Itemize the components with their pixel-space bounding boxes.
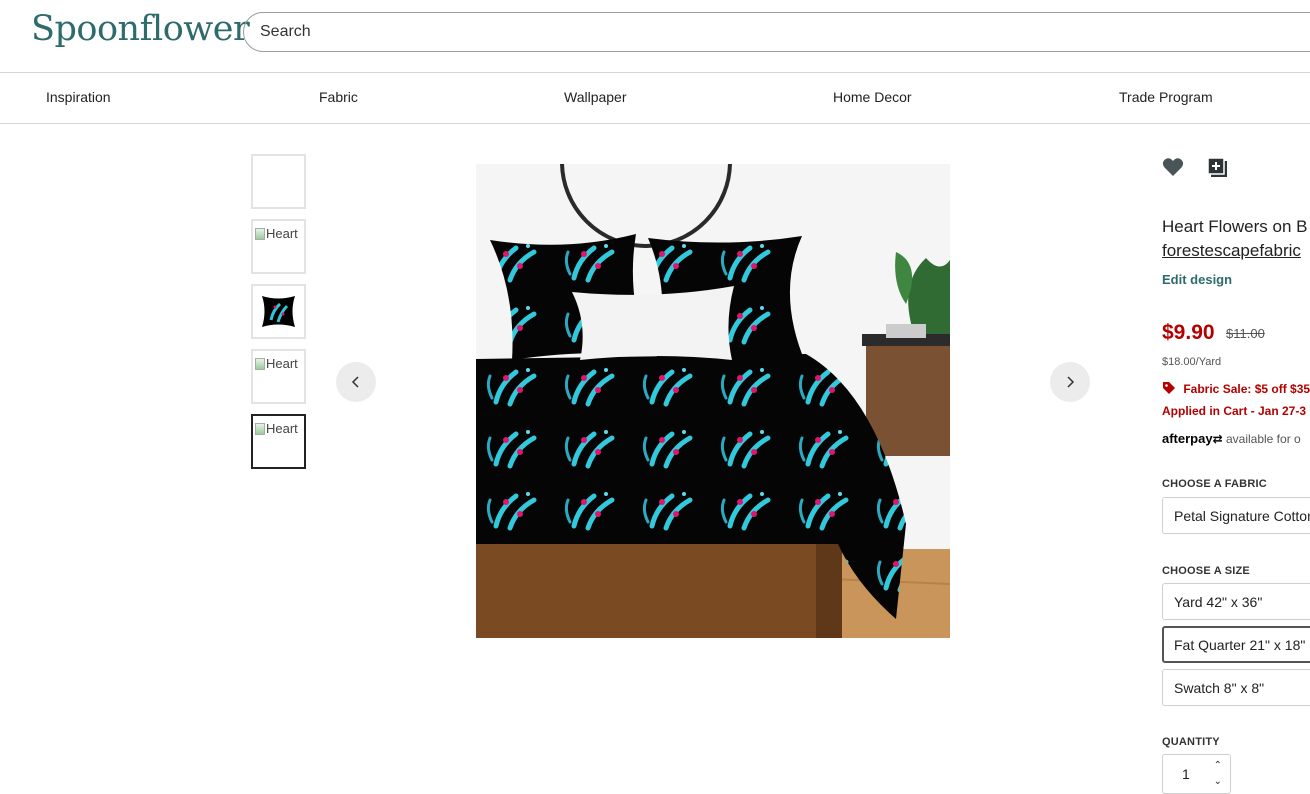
thumbnail-active[interactable]: Heart (251, 414, 306, 469)
sale-price: $9.90 (1162, 321, 1215, 344)
size-option-swatch[interactable]: Swatch 8" x 8" (1162, 669, 1310, 706)
search-placeholder: Search (260, 23, 311, 40)
nav-item-inspiration[interactable]: Inspiration (46, 89, 111, 105)
afterpay-text: available for o (1225, 432, 1301, 446)
search-input[interactable]: Search (243, 12, 1310, 52)
thumbnail[interactable]: Heart (251, 349, 306, 404)
quantity-stepper[interactable]: 1 ⌃ ⌄ (1162, 754, 1231, 794)
thumbnail[interactable]: Heart (251, 219, 306, 274)
broken-image-icon: Heart (255, 356, 298, 371)
site-header: Spoonflower Search (0, 0, 1310, 73)
quantity-label: QUANTITY (1162, 736, 1220, 748)
product-main-image (476, 164, 950, 638)
thumbnail[interactable] (251, 284, 306, 339)
fabric-value: Petal Signature Cotton (1174, 507, 1310, 524)
afterpay-info: afterpay⇄ available for o (1162, 431, 1301, 446)
size-option-label: Yard 42" x 36" (1174, 593, 1263, 610)
fabric-label: CHOOSE A FABRIC (1162, 478, 1267, 490)
broken-image-icon: Heart (255, 421, 298, 436)
sale-banner: Fabric Sale: $5 off $35 (1162, 381, 1310, 396)
product-title: Heart Flowers on B (1162, 217, 1308, 236)
fabric-select[interactable]: Petal Signature Cotton (1162, 497, 1310, 534)
chevron-right-icon[interactable] (1050, 362, 1090, 402)
size-label: CHOOSE A SIZE (1162, 565, 1250, 577)
nav-item-fabric[interactable]: Fabric (319, 89, 358, 105)
thumbnail[interactable] (251, 154, 306, 209)
nav-item-home-decor[interactable]: Home Decor (833, 89, 912, 105)
sale-text: Fabric Sale: $5 off $35 (1183, 382, 1310, 396)
heart-icon[interactable] (1162, 157, 1184, 177)
designer-link[interactable]: forestescapefabric (1162, 241, 1301, 261)
quantity-value: 1 (1182, 766, 1190, 782)
main-nav: Inspiration Fabric Wallpaper Home Decor … (0, 73, 1310, 124)
size-option-label: Swatch 8" x 8" (1174, 679, 1265, 696)
add-to-collection-icon[interactable] (1207, 157, 1229, 179)
sale-applied-text: Applied in Cart - Jan 27-3 (1162, 404, 1307, 418)
stepper-arrows-icon[interactable]: ⌃ ⌄ (1214, 758, 1222, 790)
size-option-label: Fat Quarter 21" x 18" (1174, 636, 1306, 653)
size-option-yard[interactable]: Yard 42" x 36" (1162, 583, 1310, 620)
nav-item-wallpaper[interactable]: Wallpaper (564, 89, 627, 105)
chevron-left-icon[interactable] (336, 362, 376, 402)
pillow-thumbnail-image (259, 292, 298, 331)
nav-item-trade-program[interactable]: Trade Program (1119, 89, 1213, 105)
size-option-fat-quarter[interactable]: Fat Quarter 21" x 18" (1162, 626, 1310, 663)
edit-design-link[interactable]: Edit design (1162, 272, 1232, 287)
tag-icon (1163, 382, 1175, 394)
original-price: $11.00 (1226, 326, 1265, 341)
logo[interactable]: Spoonflower (31, 9, 250, 49)
afterpay-logo: afterpay (1162, 431, 1213, 446)
broken-image-icon: Heart (255, 226, 298, 241)
price-per-yard: $18.00/Yard (1162, 356, 1222, 368)
afterpay-arrows-icon: ⇄ (1212, 432, 1223, 446)
